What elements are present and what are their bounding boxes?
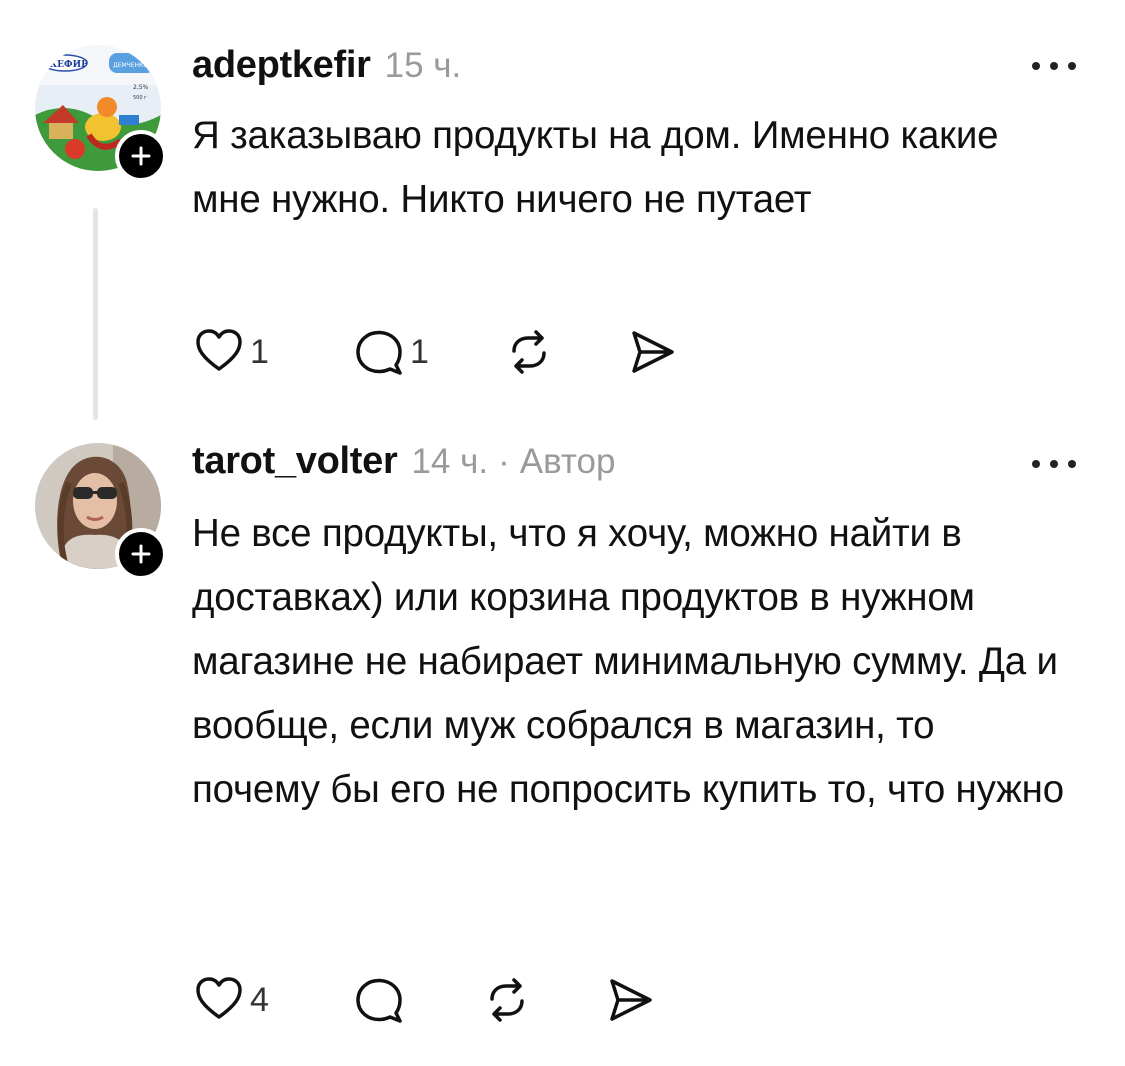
comment-text: Не все продукты, что я хочу, можно найти… xyxy=(192,512,1064,811)
more-dots-icon[interactable] xyxy=(1030,454,1078,474)
comment-bubble-icon xyxy=(356,330,402,375)
heart-icon xyxy=(196,329,242,371)
repost-button[interactable] xyxy=(480,970,534,1030)
repost-button[interactable] xyxy=(502,322,556,382)
share-button[interactable] xyxy=(624,322,678,382)
action-bar: 1 1 xyxy=(192,322,712,382)
svg-text:ДЕМЧЕНКО: ДЕМЧЕНКО xyxy=(113,62,148,69)
timestamp: 14 ч. xyxy=(411,442,489,481)
plus-icon xyxy=(131,544,151,564)
repost-icon xyxy=(490,978,524,1022)
svg-text:500 г: 500 г xyxy=(133,95,147,101)
comment-bubble-icon xyxy=(356,978,402,1023)
share-button[interactable] xyxy=(602,970,656,1030)
svg-text:КЕФИР: КЕФИР xyxy=(49,60,88,70)
like-button[interactable]: 1 xyxy=(192,322,269,382)
heart-icon xyxy=(196,977,242,1019)
username[interactable]: tarot_volter xyxy=(192,440,398,483)
comment-header: adeptkefir 15 ч. xyxy=(192,44,461,92)
like-count: 4 xyxy=(250,980,269,1019)
reply-count: 1 xyxy=(410,332,429,371)
more-dots-icon[interactable] xyxy=(1030,56,1078,76)
reply-button[interactable]: 1 xyxy=(352,322,429,382)
like-count: 1 xyxy=(250,332,269,371)
comment-header: tarot_volter 14 ч. · Автор xyxy=(192,440,616,488)
author-badge: Автор xyxy=(519,442,616,481)
username[interactable]: adeptkefir xyxy=(192,44,371,87)
repost-icon xyxy=(512,330,546,374)
send-icon xyxy=(610,979,652,1021)
send-icon xyxy=(632,331,674,373)
plus-icon xyxy=(131,146,151,166)
thread-line xyxy=(93,208,98,420)
reply-button[interactable] xyxy=(352,970,410,1030)
separator: · xyxy=(498,442,510,481)
svg-text:2,5%: 2,5% xyxy=(133,84,149,91)
follow-button[interactable] xyxy=(115,528,167,580)
follow-button[interactable] xyxy=(115,130,167,182)
like-button[interactable]: 4 xyxy=(192,970,269,1030)
comment-text: Я заказываю продукты на дом. Именно каки… xyxy=(192,114,999,221)
action-bar: 4 xyxy=(192,970,712,1030)
timestamp: 15 ч. xyxy=(384,46,462,85)
